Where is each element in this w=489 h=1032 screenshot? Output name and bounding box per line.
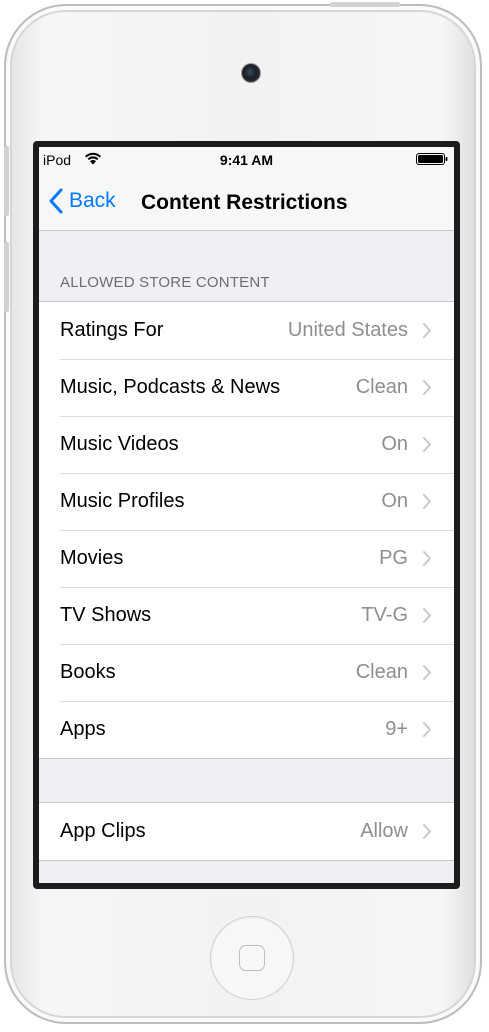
row-label: Movies — [60, 547, 124, 569]
back-button[interactable]: Back — [49, 185, 116, 217]
volume-up-button — [4, 146, 9, 216]
chevron-right-icon — [423, 380, 431, 395]
chevron-right-icon — [423, 494, 431, 509]
chevron-right-icon — [423, 608, 431, 623]
volume-down-button — [4, 242, 9, 312]
section-header: ALLOWED STORE CONTENT — [60, 274, 270, 291]
row-value: PG — [379, 547, 408, 569]
row-value: 9+ — [385, 718, 408, 740]
row-value: Allow — [360, 820, 408, 842]
row-label: Music Profiles — [60, 490, 185, 512]
row-music-podcasts-news[interactable]: Music, Podcasts & News Clean — [39, 359, 454, 416]
status-bar: iPod 9:41 AM — [39, 147, 454, 173]
row-value: United States — [287, 319, 408, 341]
top-button — [330, 2, 400, 7]
row-value: On — [381, 490, 408, 512]
store-content-group: Ratings For United States Music, Podcast… — [39, 301, 454, 759]
chevron-right-icon — [423, 437, 431, 452]
navigation-bar: Back Content Restrictions — [39, 173, 454, 231]
row-value: Clean — [355, 661, 408, 683]
back-chevron-icon — [49, 188, 63, 214]
chevron-right-icon — [423, 323, 431, 338]
chevron-right-icon — [423, 824, 431, 839]
row-app-clips[interactable]: App Clips Allow — [39, 803, 454, 860]
row-apps[interactable]: Apps 9+ — [39, 701, 454, 758]
front-camera — [241, 63, 261, 83]
chevron-right-icon — [423, 551, 431, 566]
row-tv-shows[interactable]: TV Shows TV-G — [39, 587, 454, 644]
row-label: Books — [60, 661, 116, 683]
app-clips-group: App Clips Allow — [39, 802, 454, 861]
row-label: Ratings For — [60, 319, 164, 341]
row-value: On — [381, 433, 408, 455]
home-square-icon — [239, 945, 265, 971]
battery-icon — [416, 153, 448, 165]
row-label: Music, Podcasts & News — [60, 376, 281, 398]
row-music-profiles[interactable]: Music Profiles On — [39, 473, 454, 530]
screen: iPod 9:41 AM Back Content Restrictions A… — [39, 147, 454, 883]
row-label: TV Shows — [60, 604, 152, 626]
row-books[interactable]: Books Clean — [39, 644, 454, 701]
row-label: Apps — [60, 718, 106, 740]
back-label: Back — [69, 189, 116, 212]
status-time: 9:41 AM — [219, 152, 274, 168]
row-label: App Clips — [60, 820, 146, 842]
row-value: Clean — [355, 376, 408, 398]
home-button[interactable] — [210, 916, 294, 1000]
row-label: Music Videos — [60, 433, 179, 455]
row-ratings-for[interactable]: Ratings For United States — [39, 302, 454, 359]
row-movies[interactable]: Movies PG — [39, 530, 454, 587]
page-title: Content Restrictions — [141, 191, 348, 214]
chevron-right-icon — [423, 722, 431, 737]
row-music-videos[interactable]: Music Videos On — [39, 416, 454, 473]
chevron-right-icon — [423, 665, 431, 680]
row-value: TV-G — [361, 604, 408, 626]
